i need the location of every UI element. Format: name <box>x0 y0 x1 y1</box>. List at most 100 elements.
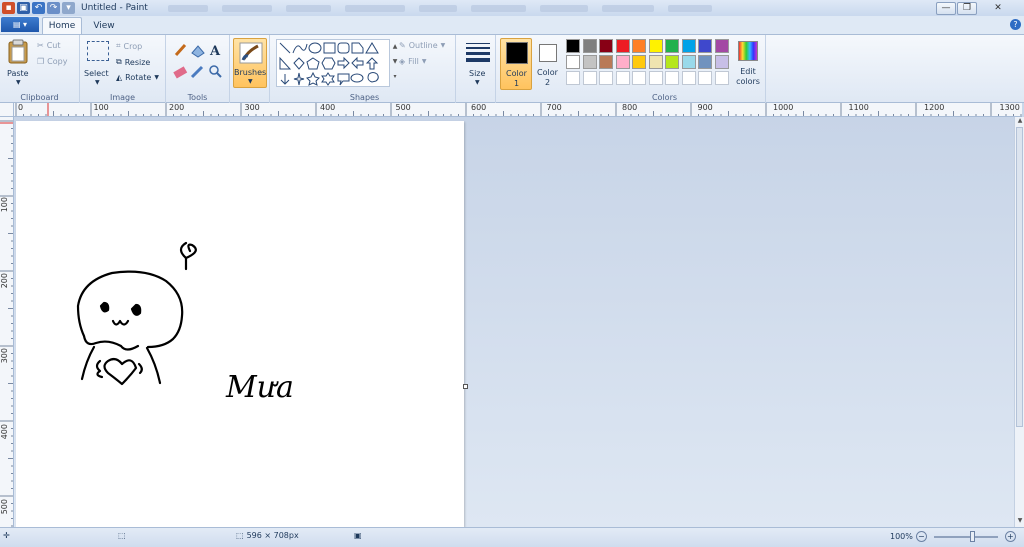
color-swatch[interactable] <box>632 55 646 69</box>
minimize-button[interactable]: — <box>936 1 956 15</box>
window-title: Untitled - Paint <box>81 3 148 13</box>
undo-icon[interactable]: ↶ <box>32 2 45 14</box>
pentagon-shape-icon <box>306 57 320 70</box>
tab-home[interactable]: Home <box>42 17 82 34</box>
redo-icon[interactable]: ↷ <box>47 2 60 14</box>
color-swatch[interactable] <box>665 55 679 69</box>
ruler-tick-label: 900 <box>697 103 713 112</box>
color-swatch[interactable] <box>599 55 613 69</box>
ruler-tick-label: 1000 <box>773 103 794 112</box>
pencil-icon[interactable] <box>174 43 187 57</box>
maximize-button[interactable]: ❐ <box>957 1 977 15</box>
fill-button[interactable]: ◈ Fill ▼ <box>399 57 426 66</box>
fill-bucket-icon[interactable] <box>191 45 205 58</box>
ruler-tick-label: 500 <box>0 499 9 515</box>
drawing-canvas[interactable]: Mưa <box>16 121 464 527</box>
color-swatch[interactable] <box>698 39 712 53</box>
resize-button[interactable]: ⧉ Resize <box>116 57 150 67</box>
color-swatch[interactable] <box>582 55 597 69</box>
color-swatch[interactable] <box>698 55 712 69</box>
color-swatch[interactable] <box>566 39 580 53</box>
save-icon[interactable]: ▣ <box>17 2 30 14</box>
scroll-up-icon[interactable]: ▲ <box>1015 117 1024 127</box>
color-swatch[interactable] <box>582 39 597 53</box>
color-swatch[interactable] <box>714 55 729 69</box>
color-swatch[interactable] <box>615 55 630 69</box>
outline-button[interactable]: ✎ Outline ▼ <box>399 41 445 50</box>
cut-button[interactable]: ✂ Cut <box>37 41 61 50</box>
color-swatch[interactable] <box>648 55 663 69</box>
color-swatch[interactable] <box>681 55 696 69</box>
four-point-star-icon <box>293 72 305 86</box>
custom-color-slot[interactable] <box>698 71 712 85</box>
custom-color-slot[interactable] <box>615 71 630 85</box>
tools-group-label: Tools <box>187 93 208 102</box>
custom-color-slot[interactable] <box>681 71 696 85</box>
quick-access-toolbar: ▪ ▣ ↶ ↷ ▾ <box>0 0 75 16</box>
shapes-group-label: Shapes <box>349 93 380 102</box>
crop-button[interactable]: ⌗ Crop <box>116 41 142 51</box>
left-arrow-icon <box>351 56 364 70</box>
paste-button[interactable]: Paste ▼ <box>4 39 32 89</box>
ruler-corner <box>0 103 14 117</box>
color-swatch[interactable] <box>632 39 646 53</box>
custom-color-slot[interactable] <box>566 71 580 85</box>
sprout-leaf-left <box>179 241 188 260</box>
paste-label: Paste <box>7 69 29 78</box>
custom-color-slot[interactable] <box>582 71 597 85</box>
rounded-rectangle-icon <box>337 42 350 54</box>
eraser-icon[interactable] <box>173 66 188 79</box>
color2-button[interactable]: Color 2 <box>534 38 562 90</box>
right-arrow-icon <box>337 56 350 70</box>
magnifier-icon[interactable] <box>209 65 222 78</box>
color-swatch[interactable] <box>681 39 696 53</box>
line-shape-icon <box>279 42 291 54</box>
tools-icons: A <box>173 43 222 79</box>
ruler-tick-label: 100 <box>0 197 9 213</box>
custom-color-slot[interactable] <box>648 71 663 85</box>
canvas-resize-handle[interactable] <box>463 384 468 389</box>
color-picker-icon[interactable] <box>190 65 204 79</box>
vertical-scrollbar[interactable]: ▲ ▼ <box>1014 117 1024 527</box>
color-swatch[interactable] <box>615 39 630 53</box>
size-button[interactable]: Size ▼ <box>462 39 494 89</box>
vertical-ruler: 100 200 300 400 500 <box>0 117 14 527</box>
zoom-in-button[interactable]: + <box>1004 531 1016 542</box>
color1-button[interactable]: Color 1 <box>500 38 532 90</box>
window-controls: — ❐ ✕ <box>936 1 1018 15</box>
tools-group: A Tools <box>166 35 230 103</box>
shapes-gallery[interactable] <box>276 39 390 87</box>
paint-app-icon[interactable]: ▪ <box>2 2 15 14</box>
text-tool-icon[interactable]: A <box>209 44 221 59</box>
help-icon[interactable]: ? <box>1010 19 1021 30</box>
color-swatch[interactable] <box>665 39 679 53</box>
select-button[interactable]: Select ▼ <box>84 39 112 89</box>
color2-number: 2 <box>545 78 551 87</box>
triangle-shape-icon <box>365 42 379 54</box>
custom-color-slot[interactable] <box>599 71 613 85</box>
color-swatch[interactable] <box>648 39 663 53</box>
zoom-slider-thumb[interactable] <box>969 530 975 542</box>
customize-qat-icon[interactable]: ▾ <box>62 2 75 14</box>
custom-color-slot[interactable] <box>632 71 646 85</box>
copy-button[interactable]: ❐ Copy <box>37 57 67 66</box>
scroll-down-icon[interactable]: ▼ <box>1015 517 1024 527</box>
custom-color-slot[interactable] <box>665 71 679 85</box>
tab-view[interactable]: View <box>86 17 122 34</box>
scrollbar-thumb[interactable] <box>1016 127 1023 427</box>
color-swatch[interactable] <box>599 39 613 53</box>
chevron-down-icon: ▼ <box>154 74 159 81</box>
edit-colors-button[interactable]: Edit colors <box>732 39 764 89</box>
shapes-gallery-scroll[interactable]: ▲ ▼ ▾ <box>391 39 399 87</box>
image-group: Select ▼ ⌗ Crop ⧉ Resize ◭ Rotate ▼ Imag… <box>80 35 166 103</box>
app-menu-button[interactable]: ▤ ▾ <box>1 17 39 32</box>
rotate-button[interactable]: ◭ Rotate ▼ <box>116 73 159 82</box>
custom-color-slot[interactable] <box>714 71 729 85</box>
edit-colors-label: Edit colors <box>736 67 760 86</box>
zoom-slider[interactable] <box>933 530 998 542</box>
color-swatch[interactable] <box>714 39 729 53</box>
color-swatch[interactable] <box>566 55 580 69</box>
zoom-out-button[interactable]: − <box>915 531 927 542</box>
brushes-button[interactable]: Brushes ▼ <box>233 38 267 88</box>
close-button[interactable]: ✕ <box>978 2 1018 15</box>
